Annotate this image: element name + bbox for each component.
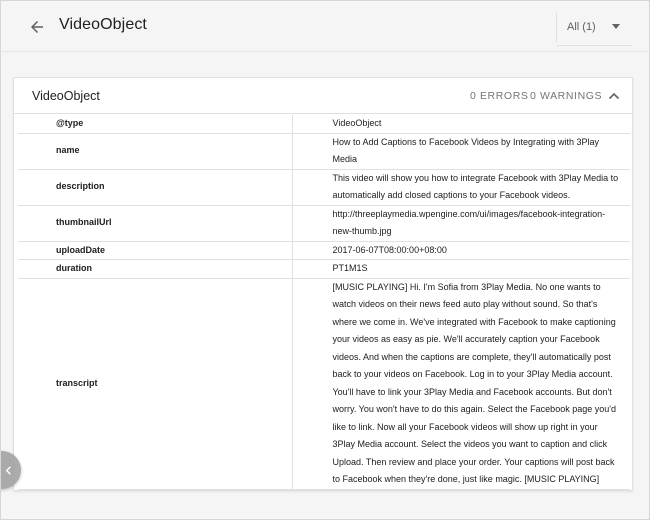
property-key: thumbnailUrl [18, 205, 293, 242]
filter-selected-value: All (1) [567, 21, 596, 33]
warnings-count: 0 WARNINGS [530, 90, 603, 102]
table-row: uploadDate 2017-06-07T08:00:00+08:00 [18, 241, 630, 260]
card-title: VideoObject [32, 89, 100, 103]
filter-dropdown[interactable]: All (1) [556, 12, 632, 46]
arrow-left-icon [31, 21, 43, 33]
property-value: 2017-06-07T08:00:00+08:00 [292, 241, 630, 260]
property-value: VideoObject [292, 115, 630, 134]
caret-down-icon [612, 24, 620, 29]
chevron-up-icon [608, 92, 620, 100]
errors-count: 0 ERRORS [470, 90, 529, 102]
property-key: transcript [18, 278, 293, 490]
result-card: VideoObject 0 ERRORS 0 WARNINGS @type Vi… [13, 77, 633, 491]
chevron-left-icon [5, 465, 11, 475]
top-bar: VideoObject All (1) [2, 2, 648, 52]
page-title: VideoObject [59, 16, 147, 33]
property-value: This video will show you how to integrat… [292, 169, 630, 206]
table-row: name How to Add Captions to Facebook Vid… [18, 133, 630, 170]
property-key: @type [18, 115, 293, 134]
property-key: duration [18, 259, 293, 279]
collapse-button[interactable] [606, 88, 622, 104]
table-row: thumbnailUrl http://threeplaymedia.wpeng… [18, 205, 630, 242]
property-value: [MUSIC PLAYING] Hi. I'm Sofia from 3Play… [292, 278, 630, 490]
properties-table: @type VideoObject name How to Add Captio… [18, 115, 630, 490]
app-window: VideoObject All (1) VideoObject 0 ERRORS… [0, 0, 650, 520]
card-header[interactable]: VideoObject 0 ERRORS 0 WARNINGS [14, 78, 632, 114]
back-button[interactable] [24, 15, 50, 39]
table-row: duration PT1M1S [18, 259, 630, 279]
table-row: @type VideoObject [18, 115, 630, 134]
table-row: transcript [MUSIC PLAYING] Hi. I'm Sofia… [18, 278, 630, 490]
property-value: http://threeplaymedia.wpengine.com/ui/im… [292, 205, 630, 242]
property-key: description [18, 169, 293, 206]
property-value: How to Add Captions to Facebook Videos b… [292, 133, 630, 170]
property-value: PT1M1S [292, 259, 630, 279]
property-key: name [18, 133, 293, 170]
property-key: uploadDate [18, 241, 293, 260]
filter-underline [557, 45, 632, 46]
table-row: description This video will show you how… [18, 169, 630, 206]
